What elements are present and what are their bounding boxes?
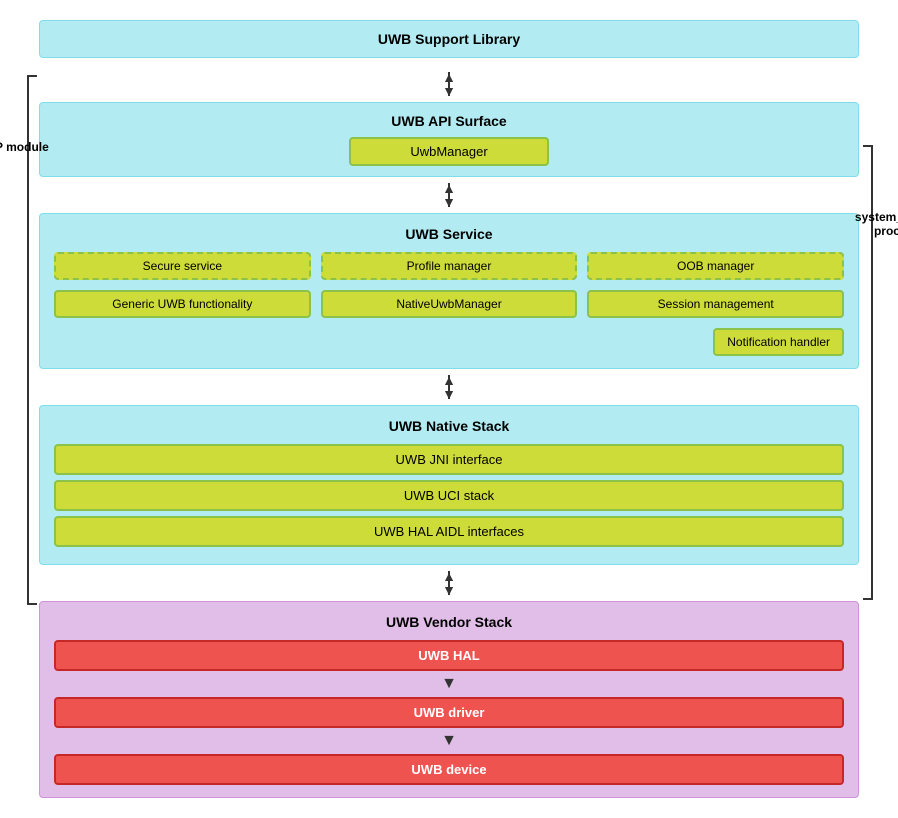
arrow-native-to-vendor: ▲ ▼ <box>39 565 859 601</box>
aosp-bracket <box>27 75 37 605</box>
uwb-driver-box: UWB driver <box>54 697 844 728</box>
arrow-api-to-service: ▲ ▼ <box>39 177 859 213</box>
uwb-vendor-stack: UWB Vendor Stack UWB HAL ▼ UWB driver ▼ … <box>39 601 859 798</box>
native-stack-title: UWB Native Stack <box>54 418 844 434</box>
service-title: UWB Service <box>54 226 844 242</box>
uwb-manager-box: UwbManager <box>349 137 549 166</box>
session-management-box: Session management <box>587 290 844 318</box>
vendor-stack-title: UWB Vendor Stack <box>54 614 844 630</box>
service-row-2: Generic UWB functionality NativeUwbManag… <box>54 290 844 318</box>
uwb-api-surface: UWB API Surface UwbManager <box>39 102 859 177</box>
service-row-1: Secure service Profile manager OOB manag… <box>54 252 844 280</box>
system-label: system_server process <box>855 210 898 238</box>
diagram-container: AOSP module system_server process UWB Su… <box>39 20 859 798</box>
uwb-support-library: UWB Support Library <box>39 20 859 58</box>
uwb-native-stack: UWB Native Stack UWB JNI interface UWB U… <box>39 405 859 565</box>
native-uwb-manager-box: NativeUwbManager <box>321 290 578 318</box>
service-row-3: Notification handler <box>54 328 844 356</box>
aosp-label: AOSP module <box>0 140 49 154</box>
hal-aidl-box: UWB HAL AIDL interfaces <box>54 516 844 547</box>
arrow-api-to-support: ▲ ▼ <box>39 66 859 102</box>
uwb-device-box: UWB device <box>54 754 844 785</box>
profile-manager-box: Profile manager <box>321 252 578 280</box>
api-surface-title: UWB API Surface <box>54 113 844 129</box>
vendor-arrow-2: ▼ <box>54 732 844 750</box>
vendor-arrow-1: ▼ <box>54 675 844 693</box>
arrow-service-to-native: ▲ ▼ <box>39 369 859 405</box>
notification-handler-box: Notification handler <box>713 328 844 356</box>
jni-interface-box: UWB JNI interface <box>54 444 844 475</box>
generic-uwb-box: Generic UWB functionality <box>54 290 311 318</box>
uci-stack-box: UWB UCI stack <box>54 480 844 511</box>
secure-service-box: Secure service <box>54 252 311 280</box>
oob-manager-box: OOB manager <box>587 252 844 280</box>
uwb-service: UWB Service Secure service Profile manag… <box>39 213 859 369</box>
uwb-hal-box: UWB HAL <box>54 640 844 671</box>
